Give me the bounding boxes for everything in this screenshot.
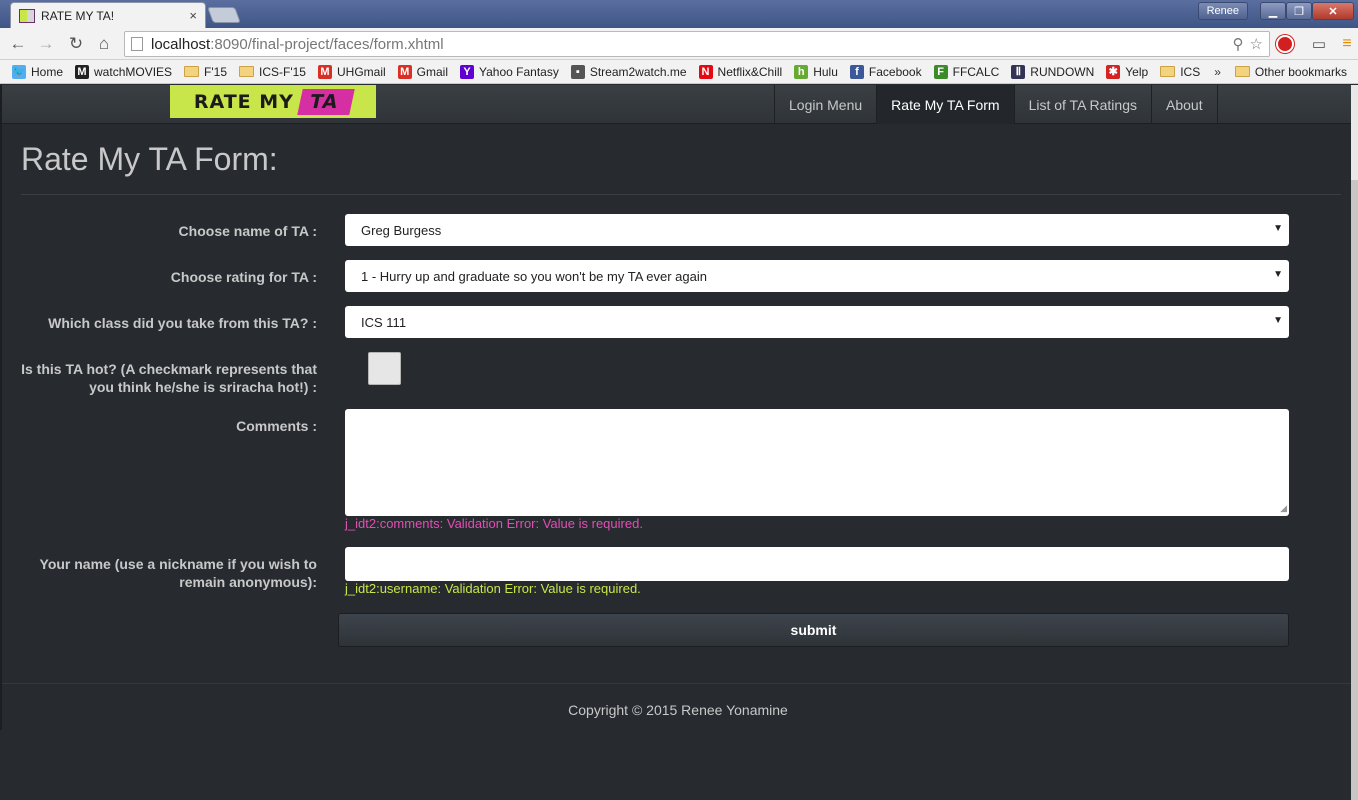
- tab-close-icon[interactable]: ×: [189, 8, 197, 23]
- folder-icon: [239, 66, 255, 77]
- site-favicon-icon: [19, 8, 35, 23]
- close-window-button[interactable]: ✕: [1312, 2, 1354, 20]
- bookmark-ffcalc[interactable]: F FFCALC: [928, 61, 1006, 83]
- reload-icon[interactable]: ↻: [66, 34, 86, 54]
- footer-copyright: Copyright © 2015 Renee Yonamine: [568, 702, 788, 718]
- bookmark-uhgmail[interactable]: M UHGmail: [312, 61, 392, 83]
- nav-item-login-menu[interactable]: Login Menu: [774, 85, 876, 124]
- yahoo-icon: Y: [460, 64, 474, 79]
- class-label: Which class did you take from this TA? :: [48, 315, 317, 331]
- site-navbar: RATE MY TA Login Menu Rate My TA Form List…: [2, 85, 1351, 124]
- stream-icon: ▪: [570, 64, 585, 79]
- browser-tabstrip: RATE MY TA! × Renee ▁ ❐ ✕: [0, 0, 1358, 28]
- bookmark-ics[interactable]: ICS: [1154, 61, 1206, 83]
- bookmarks-overflow-button[interactable]: »: [1206, 65, 1229, 79]
- nav-item-list-of-ta-ratings[interactable]: List of TA Ratings: [1013, 85, 1151, 124]
- browser-toolbar: ← → ↻ ⌂ localhost:8090/final-project/fac…: [0, 28, 1358, 60]
- page-content: RATE MY TA Login Menu Rate My TA Form List…: [0, 85, 1351, 730]
- comments-error: j_idt2:comments: Validation Error: Value…: [345, 516, 643, 531]
- forward-icon[interactable]: →: [36, 34, 56, 54]
- back-icon[interactable]: ←: [8, 34, 28, 54]
- cast-icon[interactable]: ▭: [1308, 33, 1330, 55]
- address-bar[interactable]: localhost:8090/final-project/faces/form.…: [124, 31, 1270, 57]
- ta-name-select[interactable]: Greg Burgess ▼: [345, 214, 1289, 246]
- username-label: Your name (use a nickname if you wish to…: [39, 556, 317, 590]
- rating-label: Choose rating for TA :: [170, 269, 317, 285]
- hulu-icon: h: [794, 64, 809, 79]
- page-title: Rate My TA Form:: [21, 141, 278, 177]
- folder-icon: [184, 66, 200, 77]
- scrollbar-thumb[interactable]: [1351, 180, 1358, 800]
- gmail-icon: M: [317, 64, 332, 79]
- folder-icon: [1160, 66, 1176, 77]
- username-input[interactable]: [345, 547, 1289, 581]
- facebook-icon: f: [849, 64, 864, 79]
- adblock-extension-icon[interactable]: [1274, 33, 1296, 55]
- page-scrollbar[interactable]: [1351, 85, 1358, 800]
- comments-label: Comments :: [236, 418, 317, 434]
- home-icon[interactable]: ⌂: [94, 34, 114, 54]
- bookmark-netflix-chill[interactable]: N Netflix&Chill: [693, 61, 789, 83]
- ta-name-label: Choose name of TA :: [178, 223, 317, 239]
- footer-divider: [2, 683, 1351, 684]
- bookmark-star-icon[interactable]: ☆: [1250, 35, 1263, 53]
- bookmark-gmail[interactable]: M Gmail: [392, 61, 454, 83]
- minimize-button[interactable]: ▁: [1260, 2, 1286, 20]
- site-nav-menu: Login Menu Rate My TA Form List of TA Rati…: [774, 85, 1218, 124]
- dropdown-arrow-icon: ▼: [1273, 269, 1283, 280]
- bookmark-f-15[interactable]: F'15: [178, 61, 233, 83]
- bookmark-home[interactable]: 🐦 Home: [6, 61, 69, 83]
- browser-tab[interactable]: RATE MY TA! ×: [10, 2, 206, 28]
- bookmark-hulu[interactable]: h Hulu: [788, 61, 844, 83]
- zoom-icon[interactable]: ⚲: [1233, 35, 1244, 53]
- username-error: j_idt2:username: Validation Error: Value…: [345, 581, 641, 596]
- nav-item-about[interactable]: About: [1151, 85, 1218, 124]
- page-icon: [131, 37, 143, 51]
- hot-checkbox[interactable]: [368, 352, 401, 385]
- bookmark-yahoo-fantasy[interactable]: Y Yahoo Fantasy: [454, 61, 565, 83]
- bookmarks-bar: 🐦 Home MwatchMOVIES F'15 ICS-F'15 M UHGmail M Gm…: [0, 60, 1358, 84]
- bookmark-watchmovies[interactable]: MwatchMOVIES: [69, 61, 178, 83]
- dropdown-arrow-icon: ▼: [1273, 223, 1283, 234]
- title-divider: [21, 194, 1341, 195]
- rating-select[interactable]: 1 - Hurry up and graduate so you won't b…: [345, 260, 1289, 292]
- site-logo[interactable]: RATE MY TA: [170, 85, 376, 118]
- twitter-icon: 🐦: [12, 64, 26, 79]
- rundown-icon: Ⅱ: [1011, 64, 1026, 79]
- gmail-icon: M: [397, 64, 412, 79]
- ffcalc-icon: F: [933, 64, 948, 79]
- bookmark-ics-f-15[interactable]: ICS-F'15: [233, 61, 312, 83]
- maximize-button[interactable]: ❐: [1286, 2, 1312, 20]
- comments-textarea[interactable]: ◢: [345, 409, 1289, 516]
- tab-title: RATE MY TA!: [41, 8, 115, 23]
- yelp-icon: ✱: [1106, 64, 1121, 79]
- chrome-menu-icon[interactable]: ≡: [1336, 33, 1358, 55]
- other-bookmarks[interactable]: Other bookmarks: [1229, 61, 1353, 83]
- folder-icon: [1234, 66, 1250, 77]
- dropdown-arrow-icon: ▼: [1273, 315, 1283, 326]
- class-select[interactable]: ICS 111 ▼: [345, 306, 1289, 338]
- new-tab-button[interactable]: [207, 7, 241, 23]
- bookmark-rundown[interactable]: Ⅱ RUNDOWN: [1005, 61, 1100, 83]
- bookmark-facebook[interactable]: f Facebook: [844, 61, 928, 83]
- nav-item-rate-my-ta-form[interactable]: Rate My TA Form: [876, 85, 1014, 124]
- submit-button[interactable]: submit: [338, 613, 1289, 647]
- bookmark-stream2watch-me[interactable]: ▪ Stream2watch.me: [565, 61, 693, 83]
- profile-button[interactable]: Renee: [1197, 2, 1248, 20]
- netflix-icon: N: [698, 64, 713, 79]
- bookmark-yelp[interactable]: ✱ Yelp: [1100, 61, 1154, 83]
- url-text: localhost:8090/final-project/faces/form.…: [151, 35, 444, 53]
- resize-grip-icon[interactable]: ◢: [1280, 503, 1287, 514]
- m-icon: M: [75, 64, 90, 79]
- hot-label: Is this TA hot? (A checkmark represents …: [21, 361, 317, 395]
